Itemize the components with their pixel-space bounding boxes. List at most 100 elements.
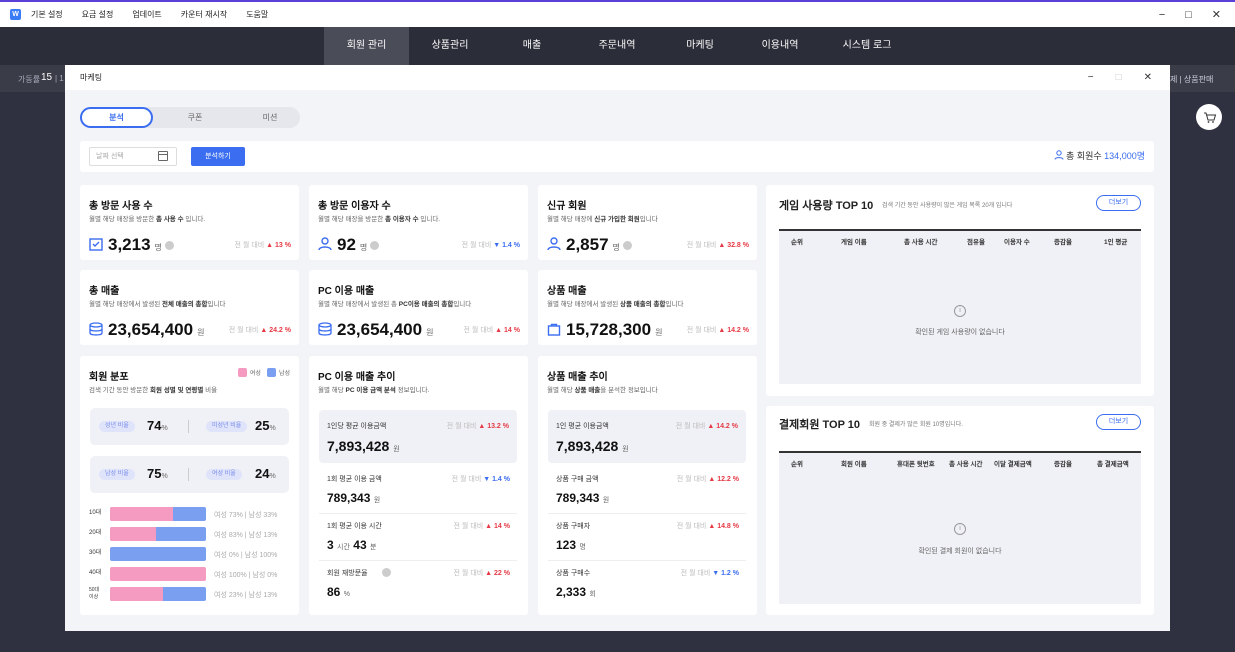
tab-member-management[interactable]: 회원 관리 bbox=[324, 27, 409, 65]
tab-usage-history[interactable]: 이용내역 bbox=[739, 27, 821, 65]
card-description: 월별 해당 PC 이용 금액 분석 정보입니다. bbox=[318, 384, 429, 394]
arrow-up-icon: ▲ bbox=[476, 423, 488, 430]
metric-value: 789,343 원 bbox=[327, 491, 380, 505]
product-sale-link[interactable]: 제 | 상품판매 bbox=[1170, 74, 1213, 85]
arrow-up-icon: ▲ bbox=[706, 523, 718, 530]
metric-label: 1회 평균 이용 시간 bbox=[327, 523, 382, 530]
delta-value: 14.2 % bbox=[727, 327, 749, 334]
delta-value: 13.2 % bbox=[487, 423, 509, 430]
stat-value-row: 3,213 명 bbox=[89, 235, 174, 255]
dialog-close-icon[interactable]: ✕ bbox=[1144, 65, 1152, 90]
product-trend-card: 상품 매출 추이 월별 해당 상품 매출을 분석한 정보입니다 1인 평균 이용금액… bbox=[538, 356, 757, 615]
age-bar bbox=[110, 567, 206, 581]
payment-top10-card: 결제회원 TOP 10 회원 중 결제가 많은 회원 10명입니다. 더보기 순… bbox=[766, 406, 1154, 615]
game-top10-title: 게임 사용량 TOP 10 bbox=[779, 200, 874, 212]
close-icon[interactable]: ✕ bbox=[1212, 8, 1221, 21]
dialog-maximize-icon[interactable]: □ bbox=[1116, 65, 1122, 90]
stat-card: 신규 회원 월별 해당 매장에 신규 가입한 회원입니다 2,857 명 전 월 대비 … bbox=[538, 185, 757, 260]
card-description: 검색 기간 동안 방문한 회원 성별 및 연령별 비율 bbox=[89, 387, 218, 394]
highlight-value: 7,893,428 원 bbox=[327, 438, 400, 454]
arrow-up-icon: ▲ bbox=[706, 476, 718, 483]
male-ratio: 75% bbox=[147, 466, 168, 481]
cart-icon bbox=[1204, 112, 1217, 123]
delta-value: 14 % bbox=[504, 327, 520, 334]
compare-label: 전 월 대비 bbox=[446, 423, 477, 430]
tab-marketing[interactable]: 마케팅 bbox=[661, 27, 739, 65]
age-ratio-text: 여성 73% | 남성 33% bbox=[214, 512, 278, 519]
adult-ratio: 74% bbox=[147, 418, 168, 433]
unit: % bbox=[343, 591, 350, 598]
stat-title: 총 방문 사용 수 bbox=[89, 201, 153, 212]
legend-female: 여성 bbox=[249, 371, 261, 377]
segment-coupon[interactable]: 쿠폰 bbox=[165, 107, 225, 128]
minimize-icon[interactable]: − bbox=[1159, 9, 1165, 21]
unit: 원 bbox=[393, 446, 400, 453]
desc-text: 월별 해당 매장을 방문한 bbox=[89, 216, 157, 223]
menu-bar: W 기본 설정 요금 설정 업데이트 카운터 재시작 도움말 − □ ✕ bbox=[0, 0, 1235, 27]
highlight-label: 1인당 평균 이용금액 bbox=[327, 423, 387, 430]
age-label: 50대 이상 bbox=[89, 587, 100, 600]
menu-item-basic-settings[interactable]: 기본 설정 bbox=[31, 9, 63, 20]
age-ratio-text: 여성 23% | 남성 13% bbox=[214, 592, 278, 599]
total-members-count: 134,000명 bbox=[1104, 151, 1145, 161]
metric-label: 상품 구매 금액 bbox=[556, 476, 599, 483]
game-empty-message: 확인된 게임 사용량이 없습니다 bbox=[915, 329, 1005, 336]
unit: 회 bbox=[589, 591, 596, 598]
stat-value: 2,857 bbox=[566, 235, 609, 254]
age-row: 40대 여성 100% | 남성 0% bbox=[89, 567, 289, 581]
metric-value: 789,343 원 bbox=[556, 491, 609, 505]
stat-compare: 전 월 대비 ▲ 32.8 % bbox=[687, 240, 749, 250]
delta-value: 24.2 % bbox=[269, 327, 291, 334]
info-icon[interactable] bbox=[164, 241, 174, 250]
dialog-title-bar: 마케팅 − □ ✕ bbox=[65, 65, 1170, 90]
segment-mission[interactable]: 미션 bbox=[240, 107, 300, 128]
stat-unit: 명 bbox=[154, 243, 162, 252]
tab-sales[interactable]: 매출 bbox=[491, 27, 573, 65]
column-header: 총 결제금액 bbox=[1097, 461, 1129, 468]
compare-label: 전 월 대비 bbox=[453, 570, 484, 577]
delta-value: 32.8 % bbox=[727, 242, 749, 249]
desc-bold: 상품 매출 bbox=[574, 387, 601, 394]
stat-card: 총 방문 사용 수 월별 해당 매장을 방문한 총 사용 수 입니다. 3,213 명… bbox=[80, 185, 299, 260]
legend-male: 남성 bbox=[278, 371, 290, 377]
payment-more-button[interactable]: 더보기 bbox=[1096, 414, 1141, 430]
maximize-icon[interactable]: □ bbox=[1185, 9, 1192, 21]
game-more-button[interactable]: 더보기 bbox=[1096, 195, 1141, 211]
dialog-minimize-icon[interactable]: − bbox=[1088, 65, 1094, 90]
arrow-down-icon: ▼ bbox=[491, 242, 503, 249]
compare-label: 전 월 대비 bbox=[686, 327, 717, 334]
calendar-icon[interactable] bbox=[158, 151, 168, 161]
column-header: 총 사용 시간 bbox=[949, 461, 983, 468]
column-header: 순위 bbox=[791, 461, 803, 468]
column-header: 총 사용 시간 bbox=[904, 239, 938, 246]
utilization-value: 15 bbox=[41, 72, 53, 83]
highlight-compare: 전 월 대비 ▲ 13.2 % bbox=[447, 421, 509, 431]
game-top10-subtitle: 검색 기간 동안 사용량이 많은 게임 목록 20개 입니다 bbox=[882, 203, 1013, 209]
date-picker[interactable]: 날짜 선택 bbox=[89, 147, 177, 166]
tab-product-management[interactable]: 상품관리 bbox=[409, 27, 491, 65]
menu-item-help[interactable]: 도움말 bbox=[246, 9, 268, 20]
payment-empty-message: 확인된 결제 회원이 없습니다 bbox=[918, 548, 1002, 555]
arrow-down-icon: ▼ bbox=[481, 476, 493, 483]
stat-title: 총 방문 이용자 수 bbox=[318, 201, 391, 212]
age-row: 10대 여성 73% | 남성 33% bbox=[89, 507, 289, 521]
metric-value: 86 % bbox=[327, 585, 350, 599]
metric-label: 상품 구매수 bbox=[556, 570, 591, 577]
segment-analysis[interactable]: 분석 bbox=[80, 107, 153, 128]
info-icon[interactable] bbox=[622, 241, 632, 250]
metric-compare: 전 월 대비 ▼ 1.4 % bbox=[452, 474, 510, 484]
help-icon[interactable] bbox=[382, 568, 391, 577]
menu-item-pricing[interactable]: 요금 설정 bbox=[82, 9, 114, 20]
tab-orders[interactable]: 주문내역 bbox=[573, 27, 661, 65]
analyze-button[interactable]: 분석하기 bbox=[191, 147, 245, 166]
info-icon[interactable] bbox=[370, 241, 380, 250]
tab-system-log[interactable]: 시스템 로그 bbox=[821, 27, 913, 65]
cart-button[interactable] bbox=[1196, 104, 1222, 130]
menu-item-update[interactable]: 업데이트 bbox=[132, 9, 161, 20]
desc-text: 월별 해당 매장에서 발생된 bbox=[547, 301, 621, 308]
menu-item-restart-counter[interactable]: 카운터 재시작 bbox=[181, 9, 227, 20]
gender-legend: 여성 남성 bbox=[237, 368, 290, 377]
age-bar bbox=[110, 547, 206, 561]
utilization-rest: | 1 bbox=[55, 74, 64, 83]
total-members: 총 회원수 134,000명 bbox=[1054, 141, 1145, 172]
